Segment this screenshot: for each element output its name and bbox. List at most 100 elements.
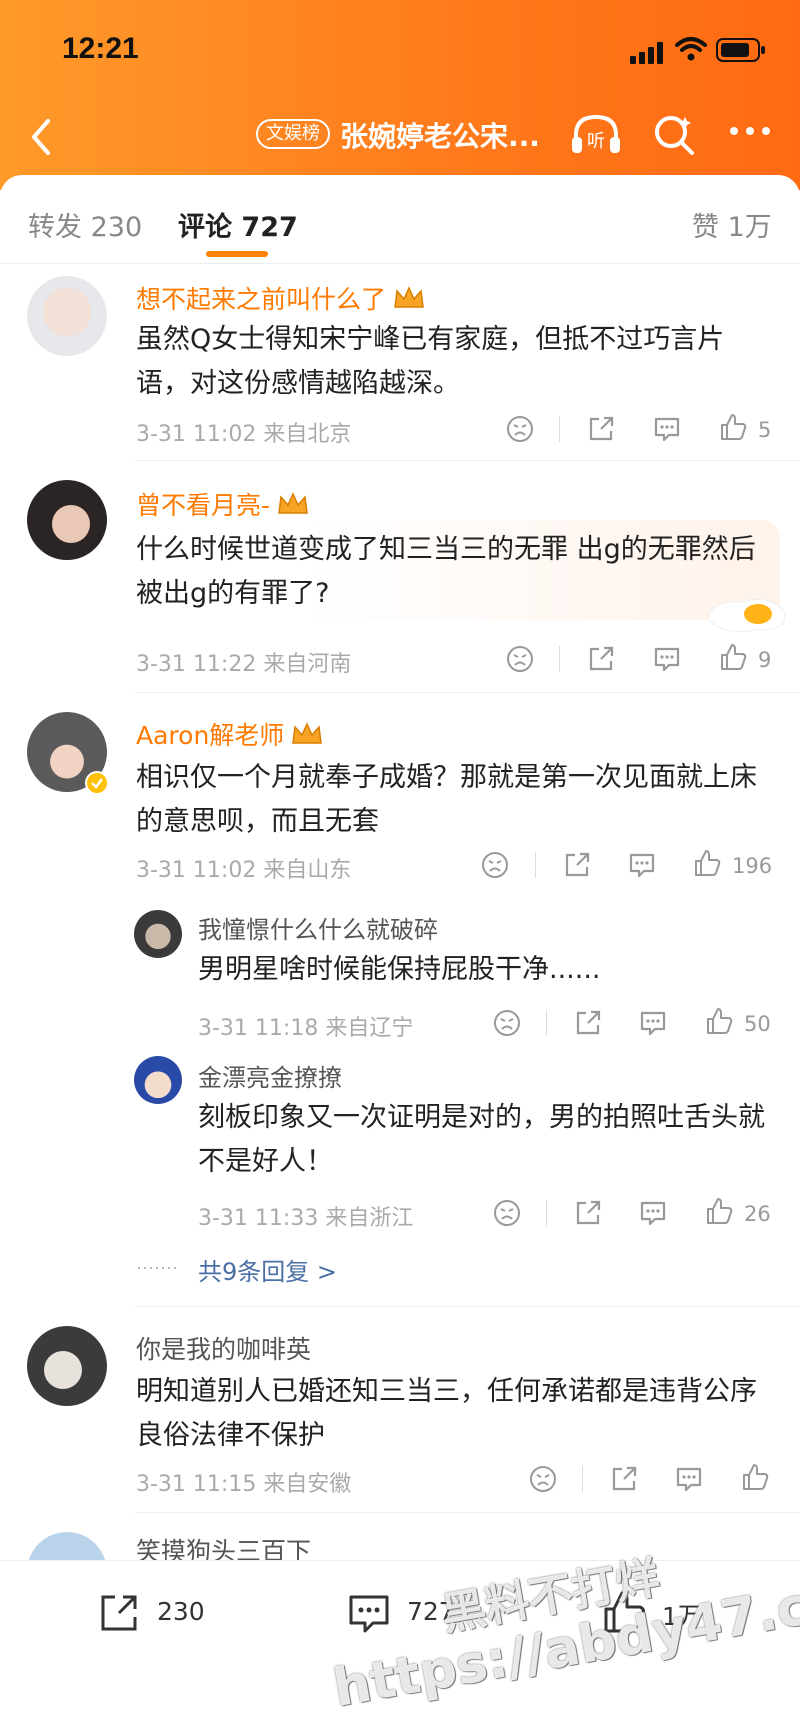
comment-location: 来自山东: [263, 858, 352, 883]
divider: [135, 1306, 800, 1307]
divider: [135, 460, 800, 461]
comment-text: 相识仅一个月就奉子成婚？那就是第一次见面就上床的意思呗，而且无套: [136, 762, 757, 837]
like-thumb-icon[interactable]: [704, 1006, 734, 1036]
username-text: 想不起来之前叫什么了: [136, 285, 387, 314]
comment-time: 3-31 11:02: [136, 858, 257, 883]
tab-comments[interactable]: 评论 727: [178, 205, 298, 244]
status-time: 12:21: [62, 32, 139, 65]
like-thumb-icon[interactable]: [704, 1196, 734, 1226]
comment-location: 来自安徽: [263, 1472, 352, 1497]
search-icon[interactable]: [652, 113, 696, 157]
dotted-line-icon: [138, 1267, 180, 1269]
reply-time: 3-31 11:18: [198, 1016, 319, 1041]
comment-icon: [349, 1595, 389, 1633]
comment-time: 3-31 11:15: [136, 1472, 257, 1497]
reply-username[interactable]: 我憧憬什么什么就破碎: [198, 910, 438, 945]
tab-likes[interactable]: 赞 1万: [692, 205, 772, 244]
share-icon[interactable]: [586, 414, 616, 444]
like-thumb-icon[interactable]: [692, 848, 722, 878]
share-icon[interactable]: [573, 1008, 603, 1038]
tab-repost-label: 转发: [28, 212, 82, 243]
dislike-icon[interactable]: [480, 850, 510, 880]
dislike-icon[interactable]: [492, 1198, 522, 1228]
divider: [135, 692, 800, 693]
share-icon[interactable]: [609, 1464, 639, 1494]
username[interactable]: 想不起来之前叫什么了: [136, 280, 426, 316]
reply-icon[interactable]: [638, 1008, 668, 1038]
reply-location: 来自浙江: [325, 1206, 414, 1231]
reply-text: 刻板印象又一次证明是对的，男的拍照吐舌头就不是好人！: [198, 1102, 765, 1177]
comment-meta: 3-31 11:15 来自安徽: [136, 1466, 351, 1498]
divider: [582, 1466, 583, 1492]
reply-meta: 3-31 11:33 来自浙江: [198, 1200, 413, 1232]
like-count: 196: [732, 854, 773, 878]
reply-username[interactable]: 金漂亮金撩撩: [198, 1058, 342, 1093]
divider: [559, 646, 560, 672]
ranking-tag[interactable]: 文娱榜: [256, 119, 330, 149]
comment-text: 虽然Q女士得知宋宁峰已有家庭，但抵不过巧言片语，对这份感情越陷越深。: [136, 324, 725, 399]
username-text: Aaron解老师: [136, 721, 285, 750]
username[interactable]: 曾不看月亮-: [136, 486, 310, 522]
status-bar: 12:21: [0, 28, 800, 68]
like-thumb-icon[interactable]: [718, 642, 748, 672]
username[interactable]: Aaron解老师: [136, 716, 324, 752]
comment-text: 什么时候世道变成了知三当三的无罪 出g的无罪然后被出g的有罪了?: [136, 534, 756, 609]
reply-meta: 3-31 11:18 来自辽宁: [198, 1010, 413, 1042]
nav-bar: 文娱榜 张婉婷老公宋... 听: [0, 105, 800, 165]
divider: [546, 1200, 547, 1226]
page-title[interactable]: 张婉婷老公宋...: [340, 115, 540, 155]
more-options-icon[interactable]: [728, 125, 772, 137]
tab-repost[interactable]: 转发 230: [28, 205, 142, 244]
like-count: 50: [744, 1012, 771, 1036]
like-thumb-icon[interactable]: [740, 1462, 770, 1492]
reply-icon[interactable]: [627, 850, 657, 880]
vip-crown-icon: [278, 492, 308, 514]
comment-time: 3-31 11:22: [136, 652, 257, 677]
comment-location: 来自河南: [263, 652, 352, 677]
avatar[interactable]: [27, 276, 107, 356]
comment-time: 3-31 11:02: [136, 422, 257, 447]
dislike-icon[interactable]: [505, 414, 535, 444]
tab-repost-count: 230: [90, 212, 143, 243]
reply-icon[interactable]: [638, 1198, 668, 1228]
share-icon[interactable]: [562, 850, 592, 880]
dislike-icon[interactable]: [528, 1464, 558, 1494]
comment-meta: 3-31 11:02 来自北京: [136, 416, 351, 448]
share-icon[interactable]: [586, 644, 616, 674]
view-more-replies-link[interactable]: 共9条回复 >: [198, 1252, 337, 1287]
listen-headphones-icon[interactable]: 听: [570, 113, 622, 157]
reply-icon[interactable]: [652, 414, 682, 444]
svg-text:听: 听: [587, 131, 605, 152]
header-bar: 12:21 文娱榜 张婉婷老公宋... 听: [0, 0, 800, 190]
reply-icon[interactable]: [652, 644, 682, 674]
back-arrow-icon[interactable]: [22, 115, 62, 159]
repost-icon: [101, 1595, 137, 1631]
dislike-icon[interactable]: [505, 644, 535, 674]
wifi-icon: [675, 37, 707, 61]
like-count: 5: [758, 418, 772, 442]
comment-meta: 3-31 11:22 来自河南: [136, 646, 351, 678]
reply-text: 男明星啥时候能保持屁股干净......: [198, 954, 601, 985]
comment-text: 明知道别人已婚还知三当三，任何承诺都是违背公序良俗法律不保护: [136, 1376, 757, 1451]
tab-bar: 转发 230 评论 727 赞 1万: [0, 175, 800, 264]
comment-location: 来自北京: [263, 422, 352, 447]
repost-button[interactable]: 230: [95, 1589, 265, 1639]
avatar[interactable]: [27, 1326, 107, 1406]
reply-avatar[interactable]: [134, 910, 182, 958]
like-thumb-icon[interactable]: [718, 412, 748, 442]
dislike-icon[interactable]: [492, 1008, 522, 1038]
active-tab-indicator: [206, 251, 268, 257]
share-icon[interactable]: [573, 1198, 603, 1228]
divider: [135, 1512, 800, 1513]
reply-avatar[interactable]: [134, 1056, 182, 1104]
like-count: 9: [758, 648, 772, 672]
divider: [559, 416, 560, 442]
avatar[interactable]: [27, 480, 107, 560]
cellular-signal-icon: [630, 42, 663, 64]
username[interactable]: 你是我的咖啡英: [136, 1330, 311, 1366]
verified-badge-icon: [85, 771, 109, 795]
reply-icon[interactable]: [674, 1464, 704, 1494]
reply-location: 来自辽宁: [325, 1016, 414, 1041]
divider: [535, 852, 536, 878]
reply-time: 3-31 11:33: [198, 1206, 319, 1231]
